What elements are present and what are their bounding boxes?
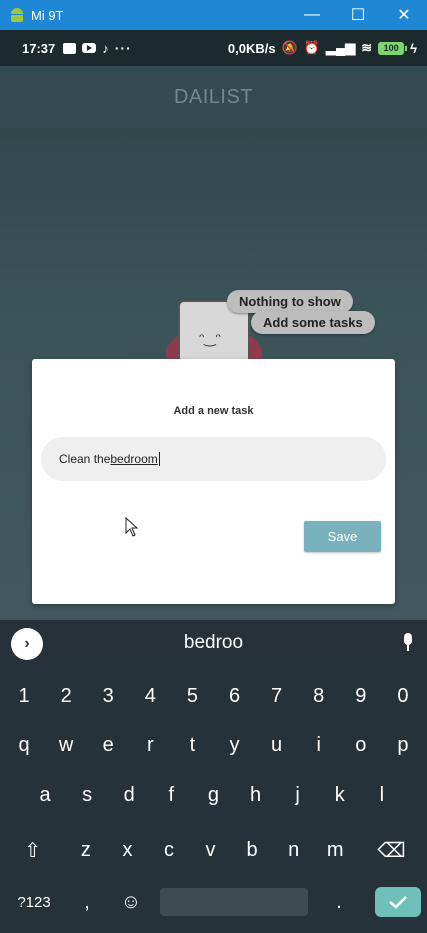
- tiktok-icon: ♪: [102, 40, 109, 56]
- key[interactable]: f: [150, 771, 192, 819]
- period-key[interactable]: .: [312, 878, 366, 926]
- key[interactable]: i: [298, 721, 340, 769]
- key[interactable]: r: [129, 721, 171, 769]
- charging-icon: ϟ: [410, 40, 417, 56]
- key[interactable]: s: [66, 771, 108, 819]
- key[interactable]: p: [382, 721, 424, 769]
- key[interactable]: m: [314, 826, 356, 874]
- key[interactable]: g: [192, 771, 234, 819]
- keyboard-bottom-row: ?123 , ☺ .: [0, 878, 427, 926]
- key[interactable]: 9: [340, 672, 382, 720]
- key[interactable]: 6: [213, 672, 255, 720]
- key[interactable]: y: [213, 721, 255, 769]
- text-caret: [158, 452, 160, 466]
- shift-key-icon[interactable]: ⇧: [0, 826, 65, 874]
- maximize-button[interactable]: ☐: [335, 0, 381, 30]
- network-speed: 0,0KB/s: [227, 40, 276, 56]
- emulator-title-bar: Mi 9T — ☐ ✕: [0, 0, 427, 30]
- dialog-title: Add a new task: [173, 405, 254, 417]
- key[interactable]: k: [319, 771, 361, 819]
- keyboard-z-row: ⇧ z x c v b n m ⌫: [0, 826, 427, 874]
- key[interactable]: h: [234, 771, 276, 819]
- add-task-dialog: Add a new task Clean the bedroom Save: [32, 359, 395, 604]
- alarm-icon: ⏰: [303, 40, 320, 55]
- smiley-face-icon: ᵔ‿ᵔ: [199, 330, 221, 346]
- empty-state-line2: Add some tasks: [251, 311, 375, 334]
- enter-checkmark-key[interactable]: [375, 887, 421, 917]
- dnd-icon: 🔕: [281, 40, 298, 55]
- key[interactable]: d: [108, 771, 150, 819]
- keyboard-a-row: a s d f g h j k l: [0, 771, 427, 819]
- keyboard-suggestion-bar: bedroo ›: [0, 620, 427, 666]
- key[interactable]: 5: [171, 672, 213, 720]
- suggestion-word[interactable]: bedroo: [0, 620, 427, 666]
- more-notifications-icon: ···: [114, 40, 132, 56]
- microphone-icon[interactable]: [403, 633, 413, 653]
- symbols-key[interactable]: ?123: [0, 878, 68, 926]
- key[interactable]: b: [231, 826, 273, 874]
- key[interactable]: u: [256, 721, 298, 769]
- emoji-key-icon[interactable]: ☺: [106, 878, 156, 926]
- key[interactable]: n: [273, 826, 315, 874]
- key[interactable]: 4: [129, 672, 171, 720]
- signal-icon: ▂▄▆: [325, 40, 356, 55]
- window-title: Mi 9T: [31, 7, 64, 23]
- app-header: DAILIST: [0, 66, 427, 128]
- key[interactable]: j: [277, 771, 319, 819]
- key[interactable]: w: [45, 721, 87, 769]
- key[interactable]: c: [148, 826, 190, 874]
- battery-icon: 100: [378, 41, 408, 55]
- keyboard-q-row: q w e r t y u i o p: [0, 721, 427, 769]
- checkmark-icon: [389, 896, 407, 909]
- key[interactable]: 1: [3, 672, 45, 720]
- key[interactable]: 0: [382, 672, 424, 720]
- key[interactable]: 7: [256, 672, 298, 720]
- key[interactable]: q: [3, 721, 45, 769]
- task-input[interactable]: Clean the bedroom: [41, 437, 386, 481]
- task-input-composing-word: bedroom: [110, 452, 158, 466]
- task-input-prefix: Clean the: [59, 452, 111, 466]
- wifi-icon: ≋: [361, 40, 373, 55]
- key[interactable]: o: [340, 721, 382, 769]
- android-icon: [9, 8, 25, 22]
- key[interactable]: t: [171, 721, 213, 769]
- youtube-icon: [82, 43, 97, 53]
- key[interactable]: 2: [45, 672, 87, 720]
- message-icon: [63, 42, 77, 54]
- status-time: 17:37: [22, 40, 56, 56]
- space-bar[interactable]: [160, 888, 308, 916]
- key[interactable]: 8: [298, 672, 340, 720]
- empty-state-line1: Nothing to show: [227, 290, 353, 313]
- key[interactable]: e: [87, 721, 129, 769]
- keyboard-number-row: 1 2 3 4 5 6 7 8 9 0: [0, 672, 427, 720]
- key[interactable]: 3: [87, 672, 129, 720]
- expand-chevron-icon[interactable]: ›: [11, 628, 43, 660]
- key[interactable]: x: [107, 826, 149, 874]
- key[interactable]: v: [190, 826, 232, 874]
- app-title: DAILIST: [173, 85, 254, 108]
- key[interactable]: z: [65, 826, 107, 874]
- key[interactable]: a: [24, 771, 66, 819]
- keyboard: 1 2 3 4 5 6 7 8 9 0 q w e r t y u i o p …: [0, 666, 427, 933]
- backspace-key-icon[interactable]: ⌫: [356, 826, 427, 874]
- comma-key[interactable]: ,: [68, 878, 106, 926]
- save-button[interactable]: Save: [304, 521, 381, 552]
- status-bar: 17:37 ♪ ··· 0,0KB/s 🔕 ⏰ ▂▄▆ ≋ 100 ϟ: [0, 30, 427, 66]
- key[interactable]: l: [361, 771, 403, 819]
- close-button[interactable]: ✕: [381, 0, 427, 30]
- minimize-button[interactable]: —: [289, 0, 335, 30]
